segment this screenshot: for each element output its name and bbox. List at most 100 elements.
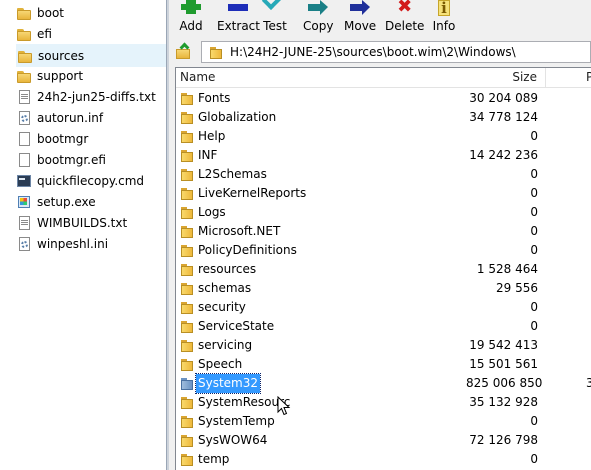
table-row[interactable]: INF 14 242 236 bbox=[176, 146, 591, 165]
row-size: 19 542 413 bbox=[469, 338, 538, 352]
text-file-icon bbox=[16, 215, 32, 231]
explorer-item-label: winpeshl.ini bbox=[37, 236, 109, 251]
row-name: Microsoft.NET bbox=[198, 224, 281, 238]
explorer-item[interactable]: boot bbox=[16, 2, 166, 23]
folder-icon bbox=[16, 5, 32, 21]
folder-icon bbox=[179, 204, 195, 220]
row-name: temp bbox=[198, 452, 230, 466]
row-size: 0 bbox=[530, 452, 538, 466]
folder-icon bbox=[179, 375, 195, 391]
add-label: Add bbox=[179, 19, 203, 33]
folder-icon bbox=[179, 394, 195, 410]
extract-button[interactable]: Extract bbox=[217, 0, 260, 39]
table-row[interactable]: Logs 0 bbox=[176, 203, 591, 222]
folder-icon bbox=[179, 90, 195, 106]
table-row[interactable]: ServiceState 0 bbox=[176, 317, 591, 336]
explorer-item[interactable]: support bbox=[16, 65, 166, 86]
table-row[interactable]: resources 1 528 464 bbox=[176, 260, 591, 279]
table-row[interactable]: LiveKernelReports 0 bbox=[176, 184, 591, 203]
info-label: Info bbox=[432, 19, 456, 33]
explorer-item-label: efi bbox=[37, 26, 52, 41]
row-size: 34 778 124 bbox=[469, 110, 538, 124]
table-row[interactable]: SystemTemp 0 bbox=[176, 412, 591, 431]
folder-icon bbox=[16, 26, 32, 42]
extract-icon bbox=[226, 0, 250, 16]
folder-icon bbox=[179, 432, 195, 448]
row-name: Globalization bbox=[198, 110, 277, 124]
column-packed-header[interactable]: P bbox=[546, 68, 591, 87]
move-label: Move bbox=[344, 19, 377, 33]
explorer-item[interactable]: bootmgr.efi bbox=[16, 149, 166, 170]
folder-icon bbox=[179, 128, 195, 144]
file-list[interactable]: Name Size P Fonts 30 204 089 Globalization… bbox=[175, 67, 591, 470]
explorer-item-label: bootmgr bbox=[37, 131, 89, 146]
check-icon bbox=[263, 0, 287, 16]
copy-button[interactable]: Copy bbox=[303, 0, 333, 39]
table-row[interactable]: Microsoft.NET 0 bbox=[176, 222, 591, 241]
table-row[interactable]: Fonts 30 204 089 bbox=[176, 89, 591, 108]
explorer-item[interactable]: sources bbox=[16, 44, 168, 67]
list-header: Name Size P bbox=[176, 68, 591, 88]
file-icon bbox=[16, 152, 32, 168]
row-size: 0 bbox=[530, 224, 538, 238]
folder-up-icon[interactable] bbox=[175, 43, 193, 61]
table-row[interactable]: System32 825 006 850 3 bbox=[176, 373, 591, 394]
row-name: schemas bbox=[198, 281, 252, 295]
table-row[interactable]: temp 0 bbox=[176, 450, 591, 469]
row-size: 0 bbox=[530, 414, 538, 428]
explorer-item[interactable]: autorun.inf bbox=[16, 107, 166, 128]
info-button[interactable]: i Info bbox=[432, 0, 456, 39]
archive-manager-window: Add Extract Test Copy Move ✖ Delete i In… bbox=[169, 0, 591, 470]
table-row[interactable]: L2Schemas 0 bbox=[176, 165, 591, 184]
table-row[interactable]: PolicyDefinitions 0 bbox=[176, 241, 591, 260]
folder-icon bbox=[16, 68, 32, 84]
column-size-header[interactable]: Size bbox=[466, 68, 546, 87]
explorer-item[interactable]: setup.exe bbox=[16, 191, 166, 212]
row-name: LiveKernelReports bbox=[198, 186, 307, 200]
delete-button[interactable]: ✖ Delete bbox=[385, 0, 424, 39]
delete-label: Delete bbox=[385, 19, 425, 33]
folder-icon bbox=[179, 185, 195, 201]
add-button[interactable]: Add bbox=[179, 0, 203, 39]
explorer-item-label: setup.exe bbox=[37, 194, 96, 209]
row-name: SystemTemp bbox=[198, 414, 275, 428]
row-size: 0 bbox=[530, 186, 538, 200]
explorer-item[interactable]: WIMBUILDS.txt bbox=[16, 212, 166, 233]
table-row[interactable]: Help 0 bbox=[176, 127, 591, 146]
row-name: security bbox=[198, 300, 246, 314]
path-field[interactable]: H:\24H2-JUNE-25\sources\boot.wim\2\Windo… bbox=[201, 41, 591, 63]
explorer-item[interactable]: efi bbox=[16, 23, 166, 44]
folder-icon bbox=[179, 413, 195, 429]
explorer-item-label: boot bbox=[37, 5, 65, 20]
mouse-cursor-icon bbox=[277, 396, 291, 416]
folder-icon bbox=[179, 147, 195, 163]
extract-label: Extract bbox=[217, 19, 260, 33]
move-arrow-icon bbox=[348, 0, 372, 16]
table-row[interactable]: servicing 19 542 413 bbox=[176, 336, 591, 355]
path-text: H:\24H2-JUNE-25\sources\boot.wim\2\Windo… bbox=[230, 45, 516, 59]
table-row[interactable]: Globalization 34 778 124 bbox=[176, 108, 591, 127]
delete-x-icon: ✖ bbox=[397, 0, 413, 17]
move-button[interactable]: Move bbox=[344, 0, 376, 39]
explorer-item[interactable]: bootmgr bbox=[16, 128, 166, 149]
table-row[interactable]: Speech 15 501 561 bbox=[176, 355, 591, 374]
explorer-item-label: quickfilecopy.cmd bbox=[37, 173, 145, 188]
explorer-item[interactable]: quickfilecopy.cmd bbox=[16, 170, 166, 191]
explorer-item[interactable]: 24h2-jun25-diffs.txt bbox=[16, 86, 166, 107]
explorer-item-label: sources bbox=[38, 48, 85, 63]
row-name: resources bbox=[198, 262, 257, 276]
settings-file-icon bbox=[16, 236, 32, 252]
cmd-file-icon bbox=[16, 173, 32, 189]
settings-file-icon bbox=[16, 110, 32, 126]
table-row[interactable]: schemas 29 556 bbox=[176, 279, 591, 298]
row-size: 0 bbox=[530, 167, 538, 181]
table-row[interactable]: SystemResourc 35 132 928 bbox=[176, 393, 591, 412]
test-button[interactable]: Test bbox=[263, 0, 287, 39]
row-size: 0 bbox=[530, 300, 538, 314]
column-name-header[interactable]: Name bbox=[180, 68, 215, 87]
table-row[interactable]: SysWOW64 72 126 798 bbox=[176, 431, 591, 450]
table-row[interactable]: security 0 bbox=[176, 298, 591, 317]
row-size: 0 bbox=[530, 205, 538, 219]
explorer-item-label: autorun.inf bbox=[37, 110, 104, 125]
explorer-item[interactable]: winpeshl.ini bbox=[16, 233, 166, 254]
